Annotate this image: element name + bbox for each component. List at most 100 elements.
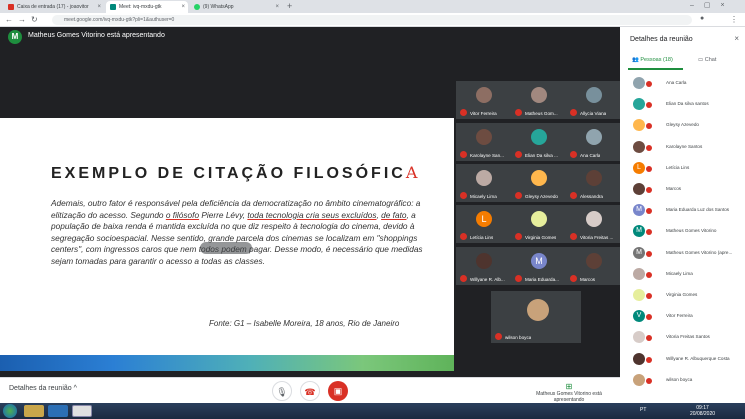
tab-people[interactable]: 👥 Pessoas (18) [632, 57, 673, 63]
participant-tile[interactable]: Vitoria Freitas ... [566, 205, 621, 243]
participant-tile[interactable]: Karolayne San... [456, 123, 511, 161]
reload-icon[interactable]: ↻ [31, 15, 38, 24]
mic-muted-icon [460, 275, 467, 282]
participant-name: Matheus Gom... [525, 111, 558, 116]
avatar [633, 373, 645, 386]
camera-off-button[interactable]: ▣ [328, 381, 348, 401]
participant-tile[interactable]: Micaely Lima [456, 164, 511, 202]
tab-meet[interactable]: Meet: ivq-mxdu-gtk × [106, 1, 188, 13]
participant-tile[interactable]: Allycia Viana [566, 81, 621, 119]
tab-label: (9) WhatsApp [203, 4, 234, 10]
window-controls[interactable]: –▢× [690, 1, 735, 9]
mic-muted-icon [515, 151, 522, 158]
mic-muted-icon [646, 356, 652, 363]
forward-icon[interactable]: → [18, 15, 26, 24]
participant-tile[interactable]: L Letícia Lins [456, 205, 511, 243]
mic-muted-icon [515, 192, 522, 199]
avatar: M [8, 30, 22, 44]
people-list-item[interactable]: M Matheus Gomes Vitorino (apre... [620, 245, 745, 261]
language-indicator[interactable]: PT [640, 407, 646, 413]
clock[interactable]: 09:17 20/08/2020 [690, 405, 715, 417]
pointer-overlay [200, 242, 252, 254]
leave-call-button[interactable]: ☎ [300, 381, 320, 401]
participant-tile[interactable]: Gleysy Azevedo [511, 164, 566, 202]
file-explorer-icon[interactable] [24, 405, 44, 417]
mic-muted-icon [570, 151, 577, 158]
tab-chat[interactable]: ▭ Chat [698, 57, 716, 63]
profile-icon[interactable]: ● [700, 15, 704, 22]
people-list-item[interactable]: Micaely Lima [620, 266, 745, 282]
microphone-button[interactable]: 🎙 [272, 381, 292, 401]
participant-tile[interactable]: Marcos [566, 247, 621, 285]
person-name: Matheus Gomes Vitorino (apre... [666, 249, 733, 255]
close-icon[interactable]: × [97, 4, 101, 10]
avatar [633, 267, 645, 280]
participant-tile[interactable]: Willyane R. Alb... [456, 247, 511, 285]
avatar [531, 129, 547, 145]
avatar [633, 98, 645, 111]
people-list-item[interactable]: L Letícia Lins [620, 160, 745, 176]
mic-muted-icon [570, 192, 577, 199]
meeting-details-button[interactable]: Detalhes da reunião ^ [9, 385, 77, 392]
participant-name: Elian Da silva ... [525, 153, 558, 158]
people-list-item[interactable]: Gleysy Azevedo [620, 117, 745, 133]
avatar [633, 352, 645, 365]
present-icon: ⊞ [565, 382, 573, 391]
people-list-item[interactable]: Elian Da silva santos [620, 96, 745, 112]
person-name: Vitor Ferreira [666, 313, 693, 319]
avatar: V [633, 310, 645, 323]
people-list-item[interactable]: Ana Carla [620, 75, 745, 91]
participant-tile[interactable]: M Maria Eduarda... [511, 247, 566, 285]
avatar [531, 87, 547, 103]
start-button[interactable] [3, 404, 17, 418]
close-icon[interactable]: × [181, 4, 185, 10]
people-list-item[interactable]: M Matheus Gomes Vitorino [620, 223, 745, 239]
people-list-item[interactable]: Marcos [620, 181, 745, 197]
participant-name: wilson boyca [505, 335, 532, 340]
tab-gmail[interactable]: Caixa de entrada (17) - joaovitor × [4, 1, 104, 13]
participant-name: Maria Eduarda... [525, 277, 559, 282]
people-list-item[interactable]: Vitoria Freitas Santos [620, 329, 745, 345]
participant-tile[interactable]: Matheus Gom... [511, 81, 566, 119]
close-icon[interactable]: × [734, 34, 739, 43]
people-list-item[interactable]: Karolayne Santos [620, 139, 745, 155]
person-name: Willyane R. Albuquerque Costa [666, 355, 730, 361]
person-name: Matheus Gomes Vitorino [666, 228, 717, 234]
participant-tile[interactable]: Alessandra [566, 164, 621, 202]
back-icon[interactable]: ← [5, 15, 13, 24]
participant-tile[interactable]: Virginia Gomes [511, 205, 566, 243]
participant-name: Vitor Ferreira [470, 111, 497, 116]
taskbar: PT 09:17 20/08/2020 [0, 403, 745, 419]
participant-name: Willyane R. Alb... [470, 277, 505, 282]
media-player-icon[interactable] [48, 405, 68, 417]
new-tab-button[interactable]: + [287, 1, 292, 11]
annotation-mark: A [405, 163, 421, 182]
people-list-item[interactable]: Willyane R. Albuquerque Costa [620, 351, 745, 367]
people-list-item[interactable]: Virginia Gomes [620, 287, 745, 303]
chrome-icon[interactable] [72, 405, 92, 417]
mic-muted-icon [515, 275, 522, 282]
person-name: Karolayne Santos [666, 143, 703, 149]
tab-label: Meet: ivq-mxdu-gtk [119, 4, 162, 10]
avatar [586, 253, 602, 269]
people-list-item[interactable]: V Vitor Ferreira [620, 308, 745, 324]
close-icon[interactable]: × [275, 4, 279, 10]
participant-tile[interactable]: Vitor Ferreira [456, 81, 511, 119]
mic-muted-icon [646, 377, 652, 384]
tab-whatsapp[interactable]: (9) WhatsApp × [190, 1, 282, 13]
avatar: L [633, 161, 645, 174]
avatar: M [633, 204, 645, 217]
person-name: Ana Carla [666, 80, 687, 85]
participant-tile[interactable]: wilson boyca [491, 291, 581, 343]
url-field[interactable]: meet.google.com/ivq-mxdu-gtk?pli=1&authu… [52, 15, 692, 25]
participant-tile[interactable]: Ana Carla [566, 123, 621, 161]
avatar [586, 129, 602, 145]
people-list-item[interactable]: wilson boyca [620, 372, 745, 388]
people-list-item[interactable]: M Maria Eduarda Luz dos Santos [620, 202, 745, 218]
avatar [531, 211, 547, 227]
menu-icon[interactable]: ⋮ [730, 15, 738, 24]
participant-tile[interactable]: Elian Da silva ... [511, 123, 566, 161]
phone-icon: ☎ [304, 387, 316, 397]
person-name: Marcos [666, 186, 682, 191]
present-info[interactable]: ⊞ Matheus Gomes Vitorino está apresentan… [530, 382, 608, 403]
